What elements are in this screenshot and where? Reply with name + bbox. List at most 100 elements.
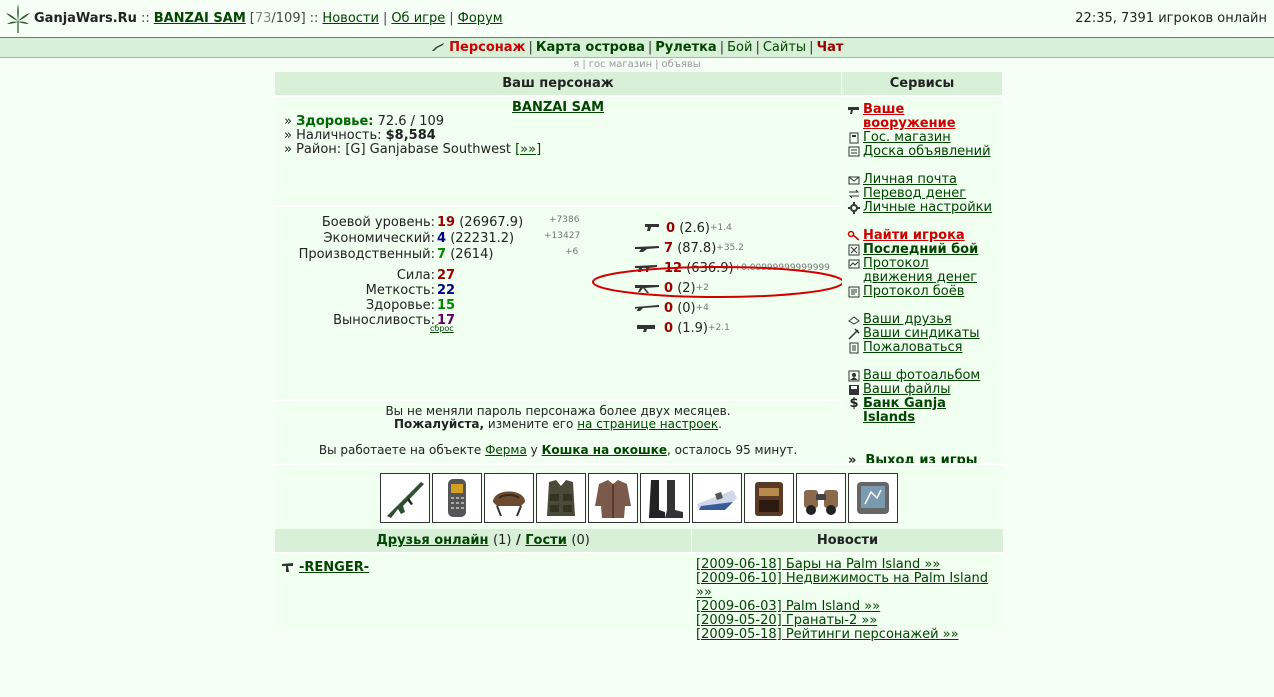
district-link[interactable]: [»»] — [515, 142, 541, 157]
news-item[interactable]: [2009-06-18] Бары на Palm Island »» — [696, 557, 940, 572]
work-text-1: Вы работаете на объекте — [318, 443, 482, 457]
level-value-wrap: 4 (22231.2) — [437, 231, 514, 246]
attr-row: Здоровье: 15 — [285, 298, 585, 313]
service-files[interactable]: Ваши файлы — [863, 383, 950, 397]
service-item[interactable]: Ваш фотоальбом — [847, 369, 998, 383]
board-icon — [848, 146, 860, 157]
equipment-row — [275, 463, 1003, 531]
service-item[interactable]: Найти игрока — [847, 229, 998, 243]
subnav-me[interactable]: я — [573, 59, 579, 70]
divider: | — [647, 40, 653, 55]
level-exp: (22231.2) — [450, 231, 515, 246]
equipment-rifle[interactable] — [380, 473, 430, 523]
skill-delta: +2.1 — [708, 323, 730, 333]
health-label: Здоровье: — [296, 114, 374, 129]
top-bar: GanjaWars.Ru :: BANZAI SAM [73/109] :: Н… — [0, 0, 1274, 38]
sniper-rifle-icon — [635, 305, 659, 311]
farm-link[interactable]: Ферма — [485, 443, 527, 457]
weapon-icon — [848, 107, 859, 114]
nav-roulette[interactable]: Рулетка — [655, 40, 716, 55]
main-nav: Персонаж | Карта острова | Рулетка | Бой | Сайты… — [0, 38, 1274, 58]
service-shop[interactable]: Гос. магазин — [863, 131, 951, 145]
equipment-radio[interactable] — [744, 473, 794, 523]
service-photo-album[interactable]: Ваш фотоальбом — [863, 369, 980, 383]
skill-exp: (2.6) — [679, 220, 711, 236]
owner-link[interactable]: Кошка на окошке — [542, 443, 667, 457]
character-name-link[interactable]: BANZAI SAM — [512, 100, 604, 115]
attr-row: Меткость: 22 — [285, 283, 585, 298]
nav-sites[interactable]: Сайты — [763, 40, 806, 55]
service-item[interactable]: Протокол боёв — [847, 285, 998, 299]
service-settings[interactable]: Личные настройки — [863, 201, 992, 215]
equipment-vest[interactable] — [536, 473, 586, 523]
guests-link[interactable]: Гости — [525, 533, 567, 548]
nav-character[interactable]: Персонаж — [449, 40, 525, 55]
nav-chat[interactable]: Чат — [817, 40, 844, 55]
service-item[interactable]: Пожаловаться — [847, 341, 998, 355]
news-item[interactable]: [2009-05-18] Рейтинги персонажей »» — [696, 627, 959, 642]
service-battle-log[interactable]: Протокол боёв — [863, 285, 964, 299]
equipment-phone[interactable] — [432, 473, 482, 523]
service-board[interactable]: Доска объявлений — [863, 145, 991, 159]
equipment-jacket[interactable] — [588, 473, 638, 523]
friends-online-link[interactable]: Друзья онлайн — [376, 533, 488, 548]
service-item[interactable]: Перевод денег — [847, 187, 998, 201]
service-item[interactable]: Ваши файлы — [847, 383, 998, 397]
service-item[interactable]: Личные настройки — [847, 201, 998, 215]
friend-item[interactable]: -RENGER- — [281, 560, 685, 575]
service-item[interactable]: Гос. магазин — [847, 131, 998, 145]
battle-icon — [848, 244, 860, 256]
friends-list: -RENGER- — [275, 552, 691, 631]
level-delta: +6 — [565, 247, 579, 257]
service-item[interactable]: Ваше вооружение — [847, 103, 998, 131]
equipment-binoculars[interactable] — [796, 473, 846, 523]
reset-link[interactable]: сброс — [430, 324, 454, 333]
equipment-boat[interactable] — [692, 473, 742, 523]
service-transfer[interactable]: Перевод денег — [863, 187, 966, 201]
site-name: GanjaWars.Ru — [34, 11, 137, 26]
friend-name[interactable]: -RENGER- — [299, 560, 369, 575]
news-item[interactable]: [2009-05-20] Гранаты-2 »» — [696, 613, 877, 628]
service-item[interactable]: Последний бой — [847, 243, 998, 257]
settings-link[interactable]: на странице настроек — [577, 417, 718, 431]
service-friends[interactable]: Ваши друзья — [863, 313, 952, 327]
shotgun-icon — [635, 246, 659, 252]
nav-battle[interactable]: Бой — [727, 40, 752, 55]
top-link-about[interactable]: Об игре — [391, 11, 445, 26]
divider: | — [382, 11, 388, 26]
nav-map[interactable]: Карта острова — [536, 40, 645, 55]
service-item[interactable]: Личная почта — [847, 173, 998, 187]
services-list: Ваше вооружение Гос. магазин Доска объяв… — [842, 95, 1002, 468]
equipment-helmet[interactable] — [484, 473, 534, 523]
phone-icon — [435, 476, 479, 520]
skill-delta: +4 — [695, 303, 709, 313]
service-item[interactable]: Ваши друзья — [847, 313, 998, 327]
district-value: [G] Ganjabase Southwest — [345, 142, 511, 157]
service-last-battle[interactable]: Последний бой — [863, 243, 978, 257]
service-syndicates[interactable]: Ваши синдикаты — [863, 327, 980, 341]
subnav-ads[interactable]: объявы — [662, 59, 701, 70]
service-item[interactable]: $ Банк Ganja Islands — [847, 397, 998, 425]
top-link-forum[interactable]: Форум — [458, 11, 503, 26]
helmet-icon — [487, 476, 531, 520]
service-item[interactable]: Протокол движения денег — [847, 257, 998, 285]
attr-value: 27 — [437, 268, 456, 283]
service-bank[interactable]: Банк Ganja Islands — [863, 397, 998, 425]
news-item[interactable]: [2009-06-10] Недвижимость на Palm Island… — [696, 571, 988, 600]
service-weapons[interactable]: Ваше вооружение — [863, 103, 998, 131]
header-slash: / — [515, 533, 521, 548]
equipment-boots[interactable] — [640, 473, 690, 523]
service-item[interactable]: Доска объявлений — [847, 145, 998, 159]
service-mail[interactable]: Личная почта — [863, 173, 957, 187]
top-link-news[interactable]: Новости — [322, 11, 379, 26]
service-item[interactable]: Ваши синдикаты — [847, 327, 998, 341]
service-complain[interactable]: Пожаловаться — [863, 341, 963, 355]
player-name-link[interactable]: BANZAI SAM — [154, 11, 246, 26]
subnav-shop[interactable]: гос магазин — [589, 59, 652, 70]
equipment-gps[interactable] — [848, 473, 898, 523]
divider: | — [719, 40, 725, 55]
service-money-log[interactable]: Протокол движения денег — [863, 257, 998, 285]
news-column: Новости [2009-06-18] Бары на Palm Island… — [692, 529, 1003, 642]
news-item[interactable]: [2009-06-03] Palm Island »» — [696, 599, 880, 614]
service-find-player[interactable]: Найти игрока — [863, 229, 965, 243]
